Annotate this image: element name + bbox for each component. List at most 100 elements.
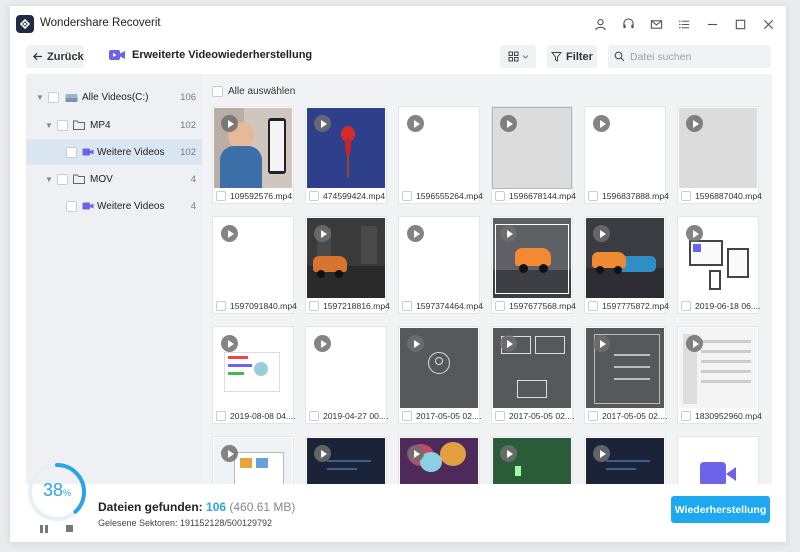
file-checkbox[interactable] <box>216 301 226 311</box>
back-button[interactable]: Zurück <box>26 45 84 68</box>
play-icon[interactable] <box>221 225 238 242</box>
play-icon[interactable] <box>221 335 238 352</box>
video-thumbnail[interactable] <box>493 218 571 298</box>
play-icon[interactable] <box>314 445 331 462</box>
video-thumbnail[interactable] <box>679 328 757 408</box>
video-thumbnail[interactable] <box>679 218 757 298</box>
file-checkbox[interactable] <box>588 301 598 311</box>
play-icon[interactable] <box>314 335 331 352</box>
play-icon[interactable] <box>593 115 610 132</box>
play-icon[interactable] <box>221 115 238 132</box>
video-thumbnail[interactable] <box>493 328 571 408</box>
file-card[interactable]: 2017-05-05 02.... <box>398 326 481 424</box>
recover-button[interactable]: Wiederherstellung <box>671 496 770 523</box>
file-checkbox[interactable] <box>402 191 412 201</box>
tree-item-mp4-videos[interactable]: Weitere Videos 102 <box>26 139 202 165</box>
video-thumbnail[interactable] <box>492 107 572 189</box>
play-icon[interactable] <box>407 225 424 242</box>
file-checkbox[interactable] <box>588 411 598 421</box>
file-card[interactable]: 2019-06-18 06.... <box>677 216 760 314</box>
play-icon[interactable] <box>407 445 424 462</box>
file-checkbox[interactable] <box>588 191 598 201</box>
file-card[interactable]: 1830952960.mp4 <box>677 326 762 424</box>
file-card[interactable]: 1596555264.mp4 <box>398 106 483 204</box>
user-icon[interactable] <box>586 14 614 34</box>
headset-icon[interactable] <box>614 14 642 34</box>
file-card[interactable]: 1596837888.mp4 <box>584 106 669 204</box>
play-icon[interactable] <box>686 225 703 242</box>
file-card[interactable]: 109592576.mp4 <box>212 106 294 204</box>
checkbox[interactable] <box>57 173 68 185</box>
checkbox[interactable] <box>48 91 59 103</box>
maximize-icon[interactable] <box>726 14 754 34</box>
play-icon[interactable] <box>593 445 610 462</box>
checkbox[interactable] <box>57 119 68 131</box>
video-thumbnail[interactable] <box>400 108 478 188</box>
play-icon[interactable] <box>407 115 424 132</box>
file-checkbox[interactable] <box>681 411 691 421</box>
file-checkbox[interactable] <box>495 301 505 311</box>
search-box[interactable] <box>608 45 771 68</box>
file-card[interactable]: 1596887040.mp4 <box>677 106 762 204</box>
file-card[interactable]: 2017-05-05 02.... <box>584 326 667 424</box>
video-thumbnail[interactable] <box>214 328 292 408</box>
menu-list-icon[interactable] <box>670 14 698 34</box>
caret-down-icon[interactable]: ▼ <box>45 121 53 130</box>
file-card[interactable]: 1596678144.mp4 <box>491 106 576 204</box>
video-thumbnail[interactable] <box>586 328 664 408</box>
play-icon[interactable] <box>593 225 610 242</box>
file-card[interactable]: 2019-08-08 04.... <box>212 326 295 424</box>
mail-icon[interactable] <box>642 14 670 34</box>
file-checkbox[interactable] <box>495 411 505 421</box>
file-checkbox[interactable] <box>309 191 319 201</box>
play-icon[interactable] <box>500 225 517 242</box>
video-thumbnail[interactable] <box>586 108 664 188</box>
tree-item-all-videos[interactable]: ▼ Alle Videos(C:) 106 <box>26 84 202 110</box>
file-checkbox[interactable] <box>402 411 412 421</box>
play-icon[interactable] <box>221 445 238 462</box>
video-thumbnail[interactable] <box>307 218 385 298</box>
file-checkbox[interactable] <box>681 301 691 311</box>
video-thumbnail[interactable] <box>307 108 385 188</box>
play-icon[interactable] <box>314 225 331 242</box>
play-icon[interactable] <box>500 115 517 132</box>
play-icon[interactable] <box>314 115 331 132</box>
file-card[interactable]: 2017-05-05 02.... <box>491 326 574 424</box>
search-input[interactable] <box>630 50 760 63</box>
file-card[interactable]: 1597218816.mp4 <box>305 216 390 314</box>
tree-item-mp4[interactable]: ▼ MP4 102 <box>26 112 202 138</box>
file-card[interactable]: 1597775872.mp4 <box>584 216 669 314</box>
select-all[interactable]: Alle auswählen <box>212 86 295 97</box>
tree-item-mov-videos[interactable]: Weitere Videos 4 <box>26 193 202 219</box>
file-checkbox[interactable] <box>309 301 319 311</box>
file-checkbox[interactable] <box>681 191 691 201</box>
play-icon[interactable] <box>500 335 517 352</box>
file-card[interactable]: 1597091840.mp4 <box>212 216 297 314</box>
file-checkbox[interactable] <box>495 191 505 201</box>
play-icon[interactable] <box>500 445 517 462</box>
video-thumbnail[interactable] <box>400 218 478 298</box>
select-all-checkbox[interactable] <box>212 86 223 97</box>
play-icon[interactable] <box>593 335 610 352</box>
play-icon[interactable] <box>686 115 703 132</box>
play-icon[interactable] <box>407 335 424 352</box>
minimize-icon[interactable] <box>698 14 726 34</box>
stop-button[interactable] <box>66 525 73 532</box>
view-mode-button[interactable] <box>500 45 536 68</box>
caret-down-icon[interactable]: ▼ <box>36 93 44 102</box>
file-checkbox[interactable] <box>402 301 412 311</box>
pause-button[interactable] <box>40 525 48 533</box>
caret-down-icon[interactable]: ▼ <box>45 175 53 184</box>
file-card[interactable]: 1597374464.mp4 <box>398 216 483 314</box>
play-icon[interactable] <box>686 335 703 352</box>
file-checkbox[interactable] <box>216 191 226 201</box>
video-thumbnail[interactable] <box>400 328 478 408</box>
checkbox[interactable] <box>66 146 77 158</box>
video-thumbnail[interactable] <box>307 328 385 408</box>
file-card[interactable]: 1597677568.mp4 <box>491 216 576 314</box>
video-thumbnail[interactable] <box>214 108 292 188</box>
file-checkbox[interactable] <box>216 411 226 421</box>
file-card[interactable]: 474599424.mp4 <box>305 106 387 204</box>
file-checkbox[interactable] <box>309 411 319 421</box>
video-thumbnail[interactable] <box>214 218 292 298</box>
